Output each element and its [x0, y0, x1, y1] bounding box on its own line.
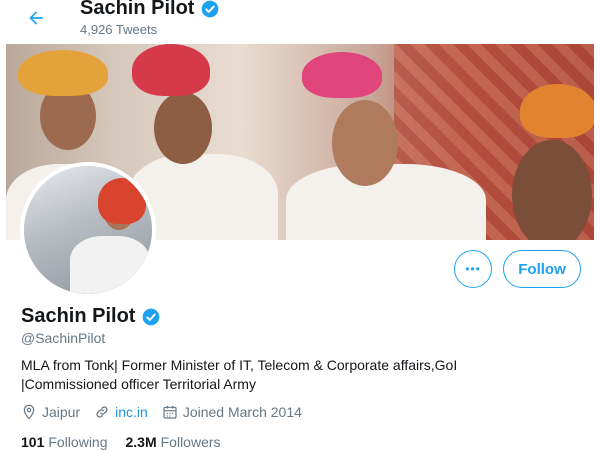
- banner-person-center-turban: [132, 44, 210, 96]
- header-name-row: Sachin Pilot: [80, 0, 220, 20]
- banner-person-back-turban: [302, 52, 382, 98]
- verified-badge-icon: [202, 0, 219, 17]
- joined-text: Joined March 2014: [182, 404, 302, 420]
- profile-name: Sachin Pilot: [21, 305, 136, 327]
- profile-header-bar: Sachin Pilot 4,926 Tweets: [0, 0, 600, 44]
- tweet-count: 4,926 Tweets: [80, 22, 158, 37]
- followers-count: 2.3M: [125, 434, 157, 450]
- back-button[interactable]: [22, 4, 50, 32]
- banner-person-main-face: [332, 100, 398, 186]
- profile-stats: 101 Following 2.3M Followers: [21, 434, 221, 450]
- profile-avatar[interactable]: [20, 162, 156, 298]
- header-name: Sachin Pilot: [80, 0, 195, 19]
- banner-person-center-face: [154, 92, 212, 164]
- following-stat[interactable]: 101 Following: [21, 434, 108, 450]
- followers-label: Followers: [160, 434, 221, 450]
- more-options-button[interactable]: •••: [454, 250, 492, 288]
- banner-person-right-face: [512, 140, 592, 240]
- calendar-icon: [163, 406, 177, 419]
- joined-item: Joined March 2014: [162, 404, 302, 420]
- banner-person-left-turban: [18, 50, 108, 96]
- profile-handle: @SachinPilot: [21, 330, 106, 346]
- location-text: Jaipur: [42, 404, 81, 420]
- link-icon: [96, 406, 108, 418]
- follow-button[interactable]: Follow: [503, 250, 581, 288]
- verified-badge-icon: [143, 308, 160, 325]
- more-options-icon: •••: [465, 262, 481, 276]
- following-count: 101: [21, 434, 45, 450]
- following-label: Following: [48, 434, 108, 450]
- back-arrow-icon: [29, 11, 43, 25]
- profile-name-row: Sachin Pilot: [21, 305, 161, 328]
- website-item: inc.in: [94, 404, 148, 420]
- location-pin-icon: [23, 404, 35, 420]
- profile-bio: MLA from Tonk| Former Minister of IT, Te…: [21, 357, 458, 392]
- avatar-turban: [98, 178, 146, 224]
- profile-meta: Jaipur inc.in Joined March 2014: [21, 404, 316, 420]
- website-link[interactable]: inc.in: [115, 404, 148, 420]
- banner-person-right-turban: [520, 84, 594, 138]
- location-item: Jaipur: [21, 404, 80, 420]
- avatar-shirt: [70, 236, 150, 294]
- followers-stat[interactable]: 2.3M Followers: [126, 434, 221, 450]
